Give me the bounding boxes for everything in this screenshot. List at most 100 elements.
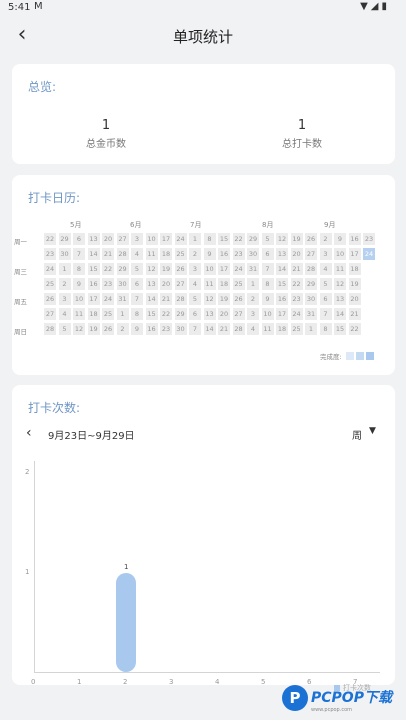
calendar-day: 20 — [218, 308, 230, 320]
calendar-day: 12 — [203, 293, 216, 305]
calendar-day: 25 — [290, 323, 303, 335]
period-select[interactable]: 周 — [352, 427, 362, 442]
calendar-day: 11 — [334, 263, 346, 275]
calendar-day: 22 — [44, 233, 56, 245]
calendar-day: 15 — [334, 323, 346, 335]
calendar-day: 28 — [44, 323, 56, 335]
calendar-day: 13 — [87, 233, 100, 245]
calendar-day: 15 — [218, 233, 230, 245]
calendar-day: 11 — [261, 323, 274, 335]
calendar-day: 5 — [319, 278, 332, 290]
calendar-day: 7 — [73, 248, 85, 260]
calendar-day: 21 — [160, 293, 172, 305]
calendar-day: 29 — [58, 233, 71, 245]
total-checkins: 1 总打卡数 — [222, 118, 382, 150]
checkin-title: 打卡次数: — [28, 401, 81, 415]
calendar-day: 26 — [44, 293, 56, 305]
calendar-day: 27 — [174, 278, 187, 290]
calendar-day: 4 — [247, 323, 259, 335]
date-range: 9月23日~9月29日 — [48, 431, 135, 442]
calendar-day: 24 — [290, 308, 303, 320]
weekday-label: 周五 — [14, 298, 27, 306]
calendar-day: 24 — [232, 263, 245, 275]
calendar-day: 7 — [189, 323, 201, 335]
calendar-day: 28 — [232, 323, 245, 335]
calendar-day: 9 — [261, 293, 274, 305]
calendar-day: 11 — [203, 278, 216, 290]
calendar-day: 23 — [290, 293, 303, 305]
overview-card: 总览: 1 总金币数 1 总打卡数 — [12, 64, 395, 164]
watermark-text: PCPOP下载 — [311, 690, 392, 706]
calendar-day: 31 — [116, 293, 129, 305]
calendar-day: 17 — [348, 248, 361, 260]
calendar-day: 14 — [276, 263, 288, 275]
calendar-day: 22 — [232, 233, 245, 245]
total-coins-label: 总金币数 — [86, 139, 126, 150]
total-coins: 1 总金币数 — [26, 118, 186, 150]
calendar-day: 24 — [174, 233, 187, 245]
calendar-day: 30 — [116, 278, 129, 290]
overview-title: 总览: — [28, 80, 57, 94]
month-label: 7月 — [190, 221, 202, 229]
calendar-day: 1 — [305, 323, 317, 335]
calendar-day: 10 — [334, 248, 346, 260]
calendar-day: 31 — [305, 308, 317, 320]
month-label: 9月 — [324, 221, 336, 229]
calendar-day: 13 — [334, 293, 346, 305]
calendar-day: 9 — [203, 248, 216, 260]
calendar-day: 19 — [160, 263, 172, 275]
calendar-day: 3 — [189, 263, 201, 275]
calendar-day: 26 — [174, 263, 187, 275]
calendar-day: 23 — [160, 323, 172, 335]
calendar-day: 10 — [261, 308, 274, 320]
calendar-day: 20 — [102, 233, 114, 245]
calendar-day: 23 — [102, 278, 114, 290]
calendar-day: 4 — [58, 308, 71, 320]
prev-week-icon[interactable]: ‹ — [26, 425, 32, 441]
signal-battery-icons: ▼◢▮ — [360, 1, 390, 12]
watermark-logo: P PCPOP下载 www.pcpop.com — [280, 683, 406, 720]
weekday-label: 周一 — [14, 238, 27, 246]
calendar-day: 14 — [145, 293, 158, 305]
calendar-day: 18 — [348, 263, 361, 275]
calendar-day: 24 — [102, 293, 114, 305]
calendar-day: 6 — [189, 308, 201, 320]
calendar-day: 1 — [116, 308, 129, 320]
month-label: 5月 — [70, 221, 82, 229]
calendar-day: 25 — [102, 308, 114, 320]
calendar-day: 30 — [58, 248, 71, 260]
calendar-day: 8 — [261, 278, 274, 290]
calendar-day: 2 — [319, 233, 332, 245]
calendar-day: 13 — [276, 248, 288, 260]
calendar-day: 25 — [232, 278, 245, 290]
calendar-day: 14 — [203, 323, 216, 335]
calendar-day: 15 — [276, 278, 288, 290]
calendar-day: 2 — [247, 293, 259, 305]
legend-swatch-low — [346, 352, 354, 360]
calendar-day: 14 — [87, 248, 100, 260]
calendar-day-today: 24 — [363, 248, 375, 260]
calendar-day: 21 — [290, 263, 303, 275]
calendar-day: 16 — [218, 248, 230, 260]
calendar-day: 7 — [261, 263, 274, 275]
mail-icon: M — [34, 1, 43, 12]
legend-swatch-high — [366, 352, 374, 360]
calendar-day: 19 — [87, 323, 100, 335]
calendar-day: 5 — [261, 233, 274, 245]
checkin-card: 打卡次数: ‹ 9月23日~9月29日 周 ▼ 01234567121 打卡次数 — [12, 385, 395, 692]
calendar-day: 27 — [116, 233, 129, 245]
calendar-day: 10 — [203, 263, 216, 275]
x-tick-label: 3 — [169, 678, 174, 686]
calendar-day: 6 — [131, 278, 143, 290]
calendar-day: 17 — [160, 233, 172, 245]
calendar-day: 22 — [160, 308, 172, 320]
x-axis-line — [34, 672, 380, 673]
calendar-day: 8 — [131, 308, 143, 320]
calendar-day: 27 — [232, 308, 245, 320]
weekday-label: 周日 — [14, 328, 27, 336]
calendar-day: 27 — [44, 308, 56, 320]
chart-bar — [116, 572, 136, 672]
calendar-day: 20 — [290, 248, 303, 260]
calendar-title: 打卡日历: — [28, 191, 81, 205]
chevron-down-icon[interactable]: ▼ — [369, 426, 376, 436]
